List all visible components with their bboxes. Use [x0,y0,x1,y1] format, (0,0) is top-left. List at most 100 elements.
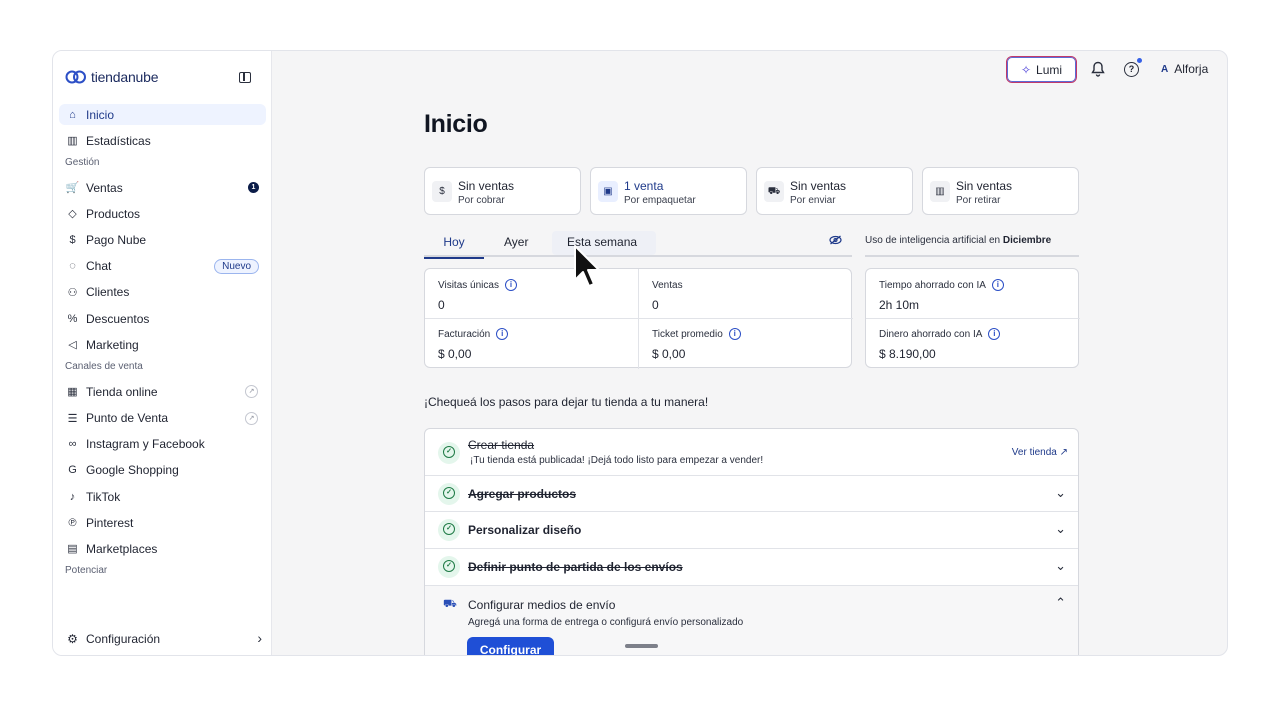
sidebar-section-title: Canales de venta [65,361,143,373]
sidebar-item-label: Pago Nube [86,233,147,248]
summary-subtitle: Por enviar [790,195,836,206]
step-agregar-productos[interactable]: Agregar productos ⌄ [425,476,1078,512]
metric-label: Facturación [438,328,491,340]
bar-chart-icon: ▥ [67,135,78,148]
help-icon[interactable]: ? [1124,62,1139,77]
ai-metrics-card: Tiempo ahorrado con IA i 2h 10m Dinero ah… [865,268,1080,368]
metric-facturacion: Facturación i $ 0,00 [438,327,509,361]
sidebar-item-pago-nube[interactable]: $ Pago Nube [59,230,266,251]
summary-subtitle: Por cobrar [458,195,505,206]
divider [425,318,853,319]
lumi-button[interactable]: ✧ Lumi [1006,56,1077,83]
summary-card[interactable]: ▥ Sin ventas Por retirar [922,167,1079,215]
tab-hoy[interactable]: Hoy [424,235,484,259]
summary-title: 1 venta [624,179,664,193]
sidebar-item-inicio[interactable]: ⌂ Inicio [59,104,266,125]
summary-title: Sin ventas [790,179,847,193]
steps-title: ¡Chequeá los pasos para dejar tu tienda … [424,395,709,409]
metric-ticket: Ticket promedio i $ 0,00 [652,327,741,361]
ai-month: Diciembre [1002,235,1052,246]
ver-tienda-link[interactable]: Ver tienda ↗ [1012,447,1068,458]
summary-card[interactable]: $ Sin ventas Por cobrar [424,167,581,215]
google-icon: G [68,464,77,477]
truck-icon: ⛟ [443,598,457,610]
dollar-icon: $ [69,234,76,247]
metric-value: $ 0,00 [652,347,686,361]
metric-value: 2h 10m [879,298,920,312]
divider [866,318,1080,319]
metric-tiempo-ia: Tiempo ahorrado con IA i 2h 10m [879,278,1004,312]
metric-dinero-ia: Dinero ahorrado con IA i $ 8.190,00 [879,327,1001,361]
sidebar-item-instagram-y-facebook[interactable]: ∞ Instagram y Facebook [59,434,266,455]
sidebar-item-ventas[interactable]: 🛒 Ventas 1 [59,177,266,198]
sidebar-item-label: TikTok [86,489,121,504]
external-link-icon[interactable]: ↗ [245,385,258,399]
sidebar-item-productos[interactable]: ◇ Productos [59,203,266,224]
scroll-handle[interactable] [625,644,658,648]
tab-ayer[interactable]: Ayer [504,235,528,257]
info-icon[interactable]: i [988,328,1001,340]
cart-icon: 🛒 [65,182,80,195]
page-title: Inicio [424,110,488,138]
summary-title: Sin ventas [956,179,1013,193]
user-name: Alforja [1174,62,1209,76]
info-icon[interactable]: i [728,328,741,340]
link-label: Ver tienda [1011,447,1057,458]
sidebar-fade [53,606,271,618]
bell-icon[interactable] [1091,61,1105,77]
ai-title-prefix: Uso de inteligencia artificial en [865,235,1001,246]
sidebar-item-label: Productos [86,206,141,221]
sidebar-section-title: Gestión [65,157,100,169]
pos-icon: ☰ [67,412,78,425]
avatar: A [1161,63,1169,75]
check-circle-icon [438,442,460,464]
sidebar-item-label: Instagram y Facebook [86,437,205,452]
sidebar-item-label: Clientes [86,285,130,300]
sidebar-item-tienda-online[interactable]: ▦ Tienda online ↗ [59,381,266,402]
sidebar-item-punto-de-venta[interactable]: ☰ Punto de Venta ↗ [59,408,266,429]
chevron-right-icon: › [257,630,262,646]
step-title: Configurar medios de envío [468,598,616,612]
meta-icon: ∞ [68,438,77,451]
sidebar-item-configuracion[interactable]: ⚙ Configuración › [59,628,266,649]
sidebar-item-marketing[interactable]: ◁ Marketing [59,334,266,355]
info-icon[interactable]: i [504,279,517,291]
summary-title: Sin ventas [458,179,515,193]
eye-off-icon[interactable] [829,235,842,245]
step-crear-tienda[interactable]: Crear tienda ¡Tu tienda está publicada! … [425,429,1078,476]
sidebar-item-estadísticas[interactable]: ▥ Estadísticas [59,130,266,151]
sidebar-item-pinterest[interactable]: ℗ Pinterest [59,512,266,533]
sidebar-item-descuentos[interactable]: % Descuentos [59,308,266,329]
metric-value: $ 0,00 [438,347,472,361]
step-subtitle: Agregá una forma de entrega o configurá … [468,617,744,628]
chevron-down-icon: ⌄ [1055,485,1066,500]
sidebar-item-tiktok[interactable]: ♪ TikTok [59,486,266,507]
step-punto-partida[interactable]: Definir punto de partida de los envíos ⌄ [425,549,1078,586]
user-menu[interactable]: A Alforja [1161,62,1208,76]
sidebar-nav: ⌂ Inicio ▥ Estadísticas Gestión 🛒 Ventas 1 ◇ Prod… [59,104,266,585]
chevron-up-icon: ⌃ [1055,595,1066,610]
summary-subtitle: Por empaquetar [624,195,696,206]
sidebar-item-clientes[interactable]: ⚇ Clientes [59,282,266,303]
sidebar-item-label: Descuentos [86,311,150,326]
sidebar-item-label: Inicio [86,107,115,122]
brand-logo[interactable]: tiendanube [65,69,158,85]
sidebar-item-chat[interactable]: ◌ Chat Nuevo [59,256,266,277]
sidebar-item-marketplaces[interactable]: ▤ Marketplaces [59,538,266,559]
step-personalizar-diseno[interactable]: Personalizar diseño ⌄ [425,512,1078,549]
info-icon[interactable]: i [991,279,1004,291]
sidebar-item-google-shopping[interactable]: G Google Shopping [59,460,266,481]
info-icon[interactable]: i [496,328,509,340]
external-link-icon[interactable]: ↗ [245,411,258,425]
discount-icon: % [67,312,78,325]
chevron-down-icon: ⌄ [1055,558,1066,573]
metric-visitas: Visitas únicas i 0 [438,278,517,312]
summary-card[interactable]: ▣ 1 venta Por empaquetar [590,167,747,215]
configurar-button[interactable]: Configurar [467,637,554,655]
tab-esta-semana[interactable]: Esta semana [552,231,656,255]
collapse-sidebar-icon[interactable] [239,72,251,83]
ai-usage-title: Uso de inteligencia artificial en Diciem… [865,235,1051,246]
summary-card[interactable]: ⛟ Sin ventas Por enviar [756,167,913,215]
metric-label: Dinero ahorrado con IA [879,328,983,340]
external-link-icon: ↗ [1059,447,1068,458]
